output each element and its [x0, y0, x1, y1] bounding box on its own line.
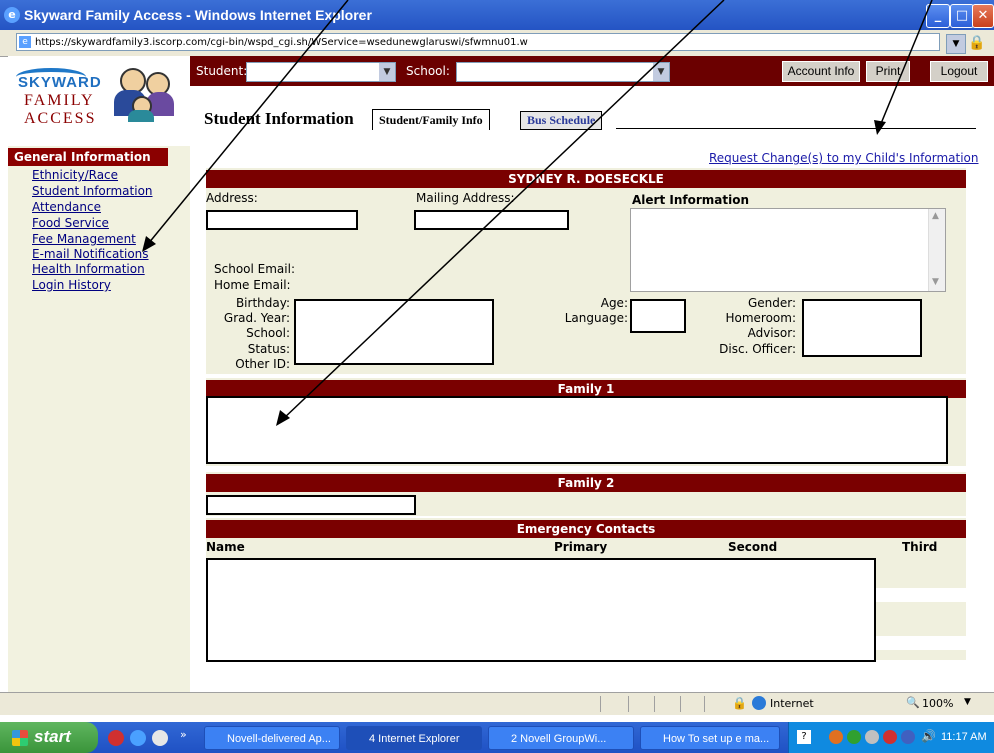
- tray-app-icon[interactable]: [847, 730, 861, 744]
- status-bar: 🔒 Internet 🔍 100% ▼: [0, 692, 994, 715]
- start-button[interactable]: start: [0, 722, 98, 753]
- taskbar-item-how-to[interactable]: How To set up e ma...: [640, 726, 780, 750]
- status-divider: [628, 696, 629, 712]
- zoom-dropdown-icon[interactable]: ▼: [964, 697, 971, 707]
- status-divider: [600, 696, 601, 712]
- taskbar: start » Novell-delivered Ap... 4 Interne…: [0, 722, 994, 753]
- arrowhead-request-link: [874, 120, 886, 135]
- arrow-to-email-notifications: [147, 0, 349, 245]
- tray-app-icon[interactable]: [883, 730, 897, 744]
- tray-app-icon[interactable]: [901, 730, 915, 744]
- quicklaunch-novell-icon[interactable]: [108, 730, 124, 746]
- quicklaunch-ie-icon[interactable]: [130, 730, 146, 746]
- zoom-icon[interactable]: 🔍: [906, 696, 920, 709]
- security-lock-icon: 🔒: [732, 696, 747, 710]
- windows-logo-icon: [12, 730, 28, 746]
- system-tray: ? 🔊 11:17 AM: [788, 722, 994, 753]
- start-label: start: [34, 727, 71, 746]
- quicklaunch-media-icon[interactable]: [152, 730, 168, 746]
- volume-icon[interactable]: 🔊: [921, 729, 936, 743]
- zoom-level[interactable]: 100%: [922, 697, 953, 710]
- help-icon[interactable]: ?: [797, 730, 811, 744]
- tray-app-icon[interactable]: [865, 730, 879, 744]
- annotation-arrows: [142, 0, 933, 426]
- arrow-to-request-link: [879, 0, 933, 127]
- taskbar-item-internet-explorer[interactable]: 4 Internet Explorer: [346, 726, 482, 750]
- arrow-to-family1: [281, 0, 725, 421]
- zone-text: Internet: [770, 697, 814, 710]
- arrowhead-email-notifications: [142, 236, 156, 252]
- status-divider: [704, 696, 705, 712]
- arrowhead-family1: [276, 410, 290, 426]
- clock[interactable]: 11:17 AM: [941, 731, 987, 743]
- status-divider: [654, 696, 655, 712]
- tray-app-icon[interactable]: [829, 730, 843, 744]
- quicklaunch-expand-icon[interactable]: »: [180, 728, 187, 741]
- taskbar-item-novell-groupwise[interactable]: 2 Novell GroupWi...: [488, 726, 634, 750]
- taskbar-item-novell-delivered[interactable]: Novell-delivered Ap...: [204, 726, 340, 750]
- status-divider: [680, 696, 681, 712]
- globe-icon: [752, 696, 766, 710]
